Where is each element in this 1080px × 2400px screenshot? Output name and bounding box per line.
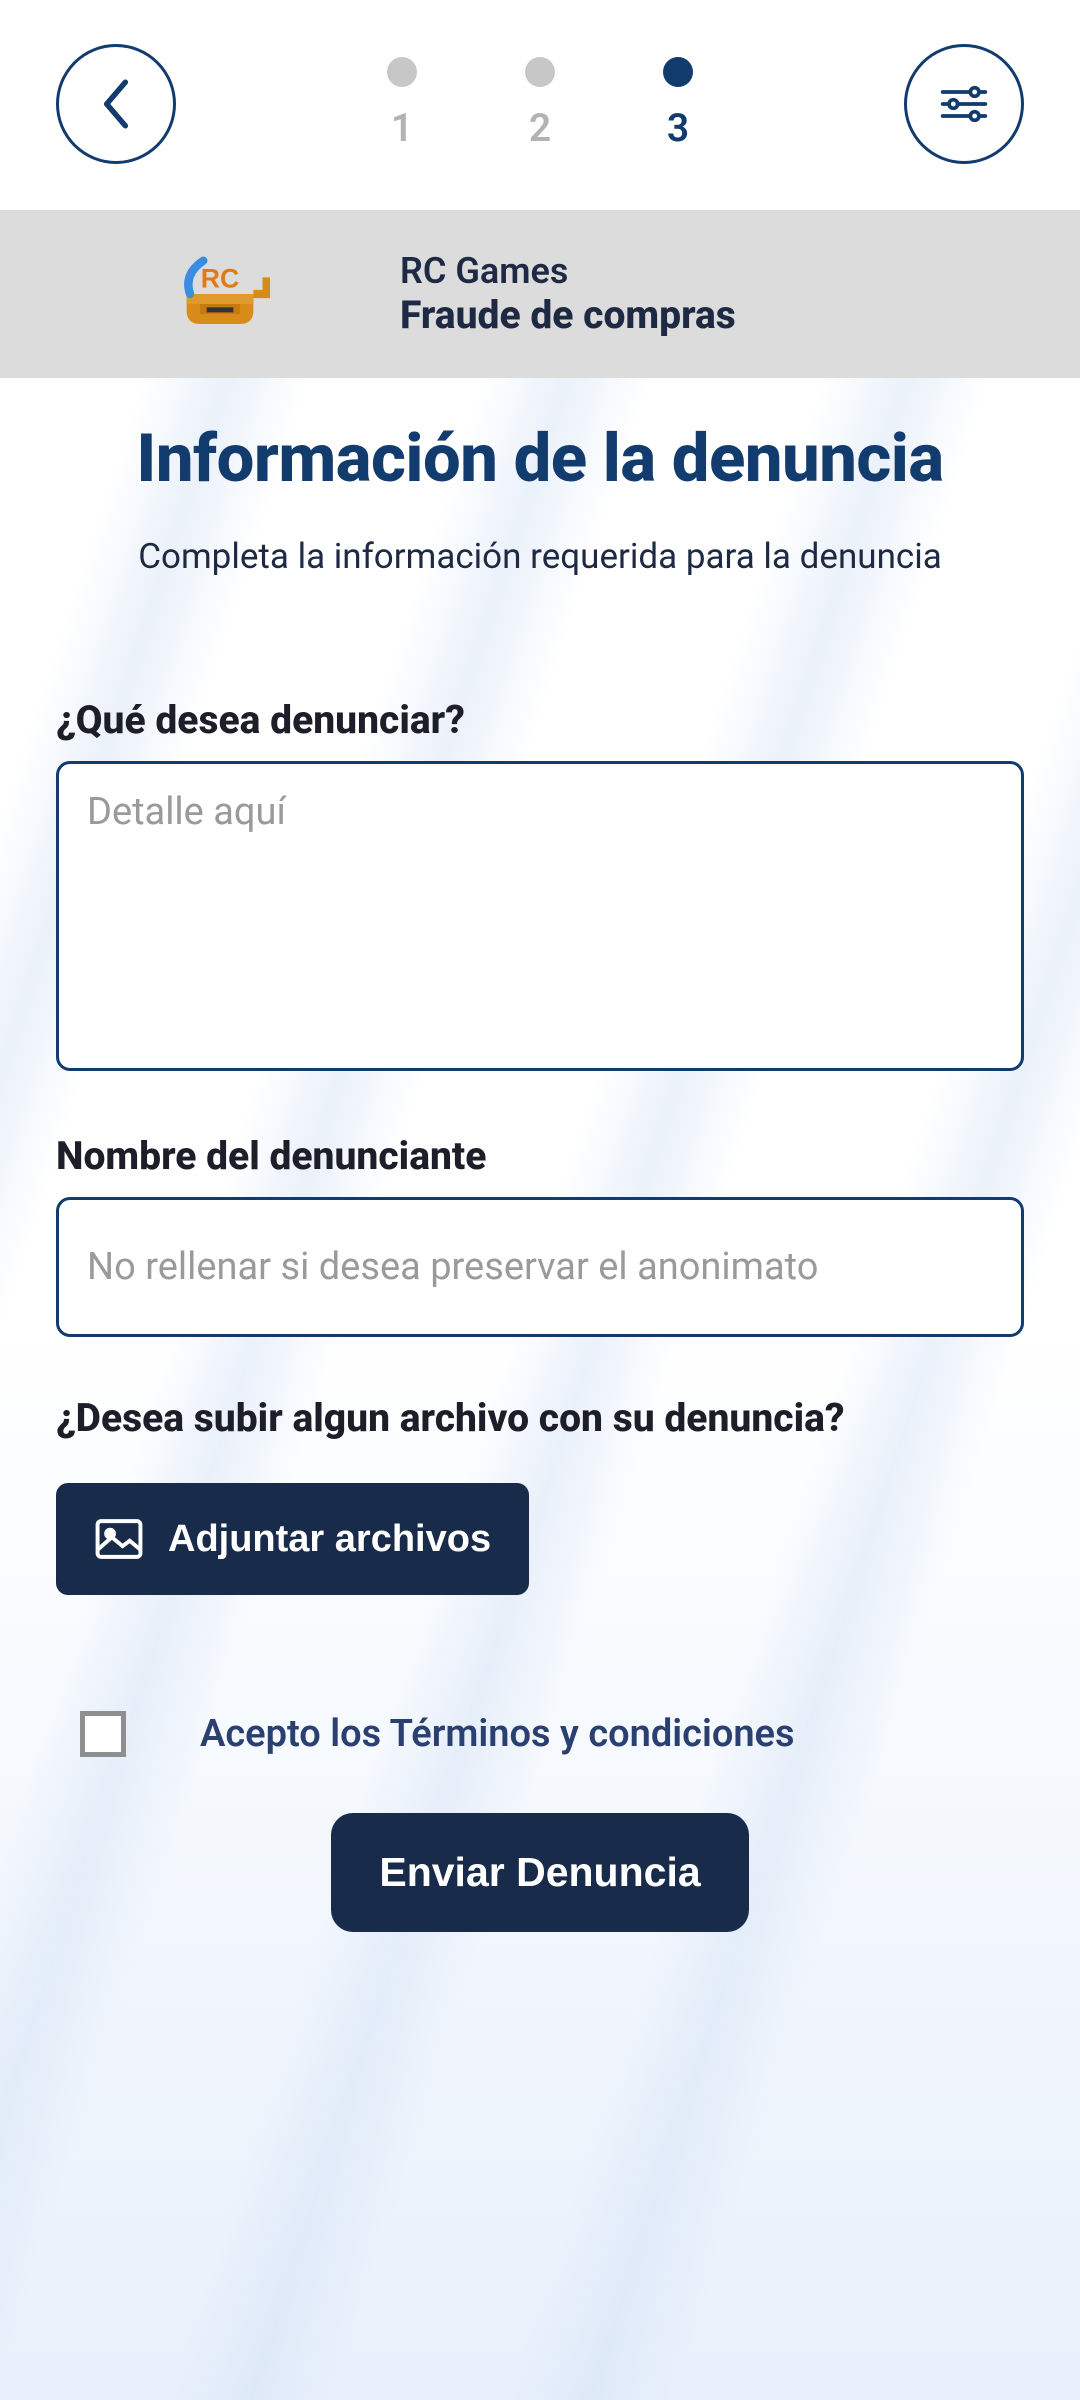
form-content: Información de la denuncia Completa la i… xyxy=(0,378,1080,1932)
settings-button[interactable] xyxy=(904,44,1024,164)
step-number: 3 xyxy=(667,105,689,151)
company-name: RC Games xyxy=(400,250,736,292)
attach-label: ¿Desea subir algun archivo con su denunc… xyxy=(56,1395,1024,1441)
svg-text:RC: RC xyxy=(201,263,240,293)
chevron-left-icon xyxy=(97,76,135,132)
terms-checkbox[interactable] xyxy=(80,1711,126,1757)
sliders-icon xyxy=(937,84,991,124)
step-3: 3 xyxy=(663,57,693,151)
page-subtitle: Completa la información requerida para l… xyxy=(56,536,1024,577)
field-detail: ¿Qué desea denunciar? xyxy=(56,697,1024,1075)
step-2: 2 xyxy=(525,57,555,151)
step-number: 1 xyxy=(391,105,413,151)
step-number: 2 xyxy=(529,105,551,151)
company-texts: RC Games Fraude de compras xyxy=(400,250,736,338)
detail-label: ¿Qué desea denunciar? xyxy=(56,697,1024,743)
field-attach: ¿Desea subir algun archivo con su denunc… xyxy=(56,1395,1024,1595)
detail-input[interactable] xyxy=(56,761,1024,1071)
company-bar: RC RC Games Fraude de compras xyxy=(0,210,1080,378)
app-header: 1 2 3 xyxy=(0,0,1080,210)
step-1: 1 xyxy=(387,57,417,151)
page-title: Información de la denuncia xyxy=(56,420,1024,498)
terms-text[interactable]: Acepto los Términos y condiciones xyxy=(200,1712,795,1756)
submit-button[interactable]: Enviar Denuncia xyxy=(331,1813,748,1932)
submit-wrap: Enviar Denuncia xyxy=(56,1813,1024,1932)
field-name: Nombre del denunciante xyxy=(56,1133,1024,1337)
back-button[interactable] xyxy=(56,44,176,164)
image-icon xyxy=(94,1517,144,1561)
terms-row: Acepto los Términos y condiciones xyxy=(56,1711,1024,1757)
attach-button[interactable]: Adjuntar archivos xyxy=(56,1483,529,1595)
attach-button-label: Adjuntar archivos xyxy=(168,1518,491,1561)
step-dot xyxy=(525,57,555,87)
step-dot xyxy=(387,57,417,87)
name-input[interactable] xyxy=(56,1197,1024,1337)
name-label: Nombre del denunciante xyxy=(56,1133,1024,1179)
step-dot xyxy=(663,57,693,87)
step-indicator: 1 2 3 xyxy=(387,57,693,151)
company-subtitle: Fraude de compras xyxy=(400,292,736,338)
rc-games-logo: RC xyxy=(170,244,270,344)
